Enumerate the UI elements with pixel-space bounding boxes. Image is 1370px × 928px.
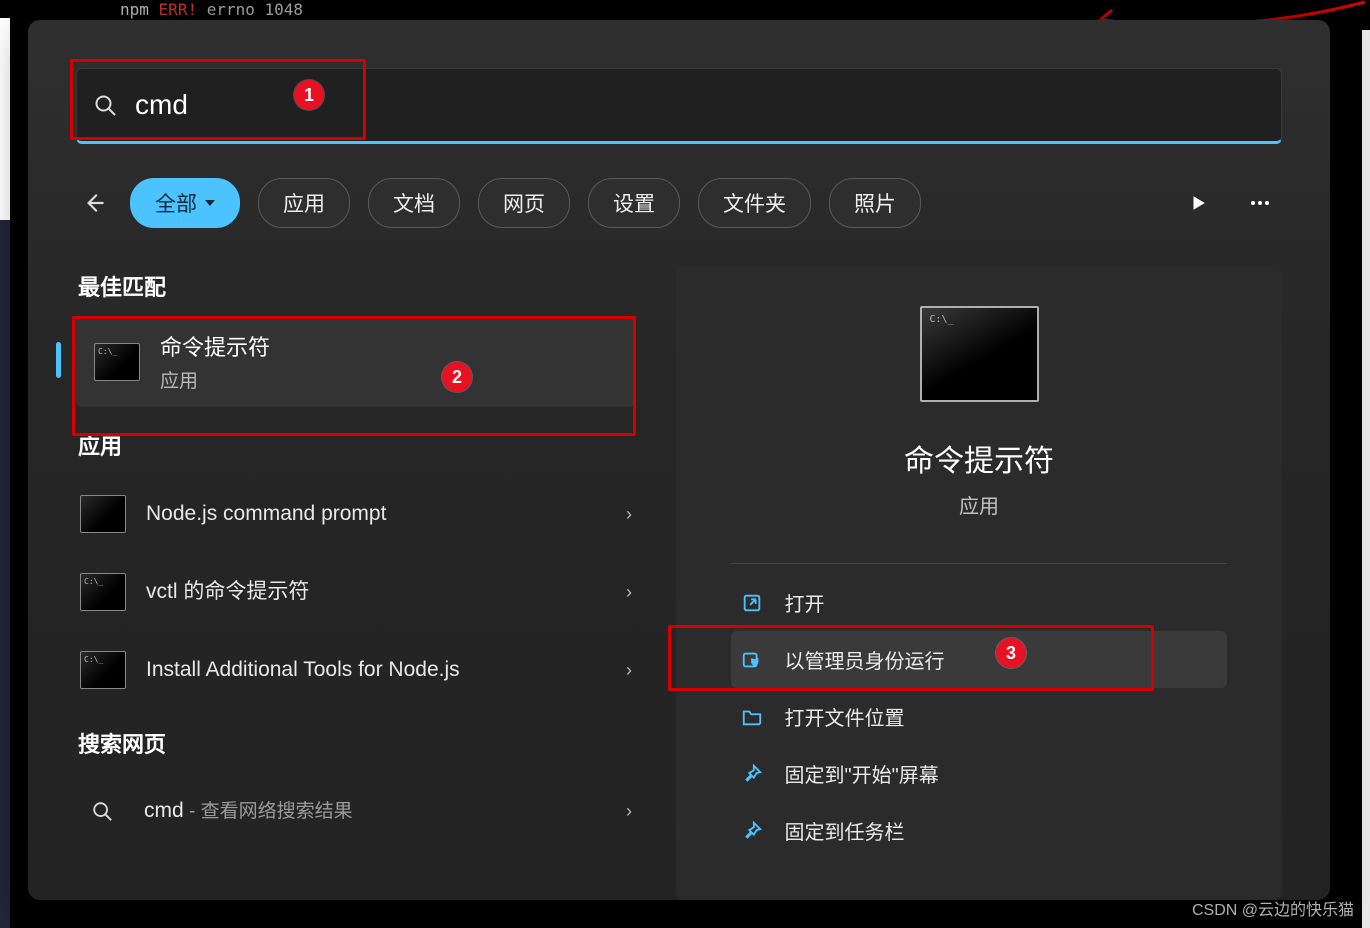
action-pin-taskbar[interactable]: 固定到任务栏 (731, 802, 1228, 859)
filter-chip-apps[interactable]: 应用 (258, 178, 350, 228)
best-subtitle: 应用 (160, 366, 270, 393)
search-icon (93, 93, 117, 117)
more-button[interactable] (1238, 181, 1282, 225)
action-run-as-admin[interactable]: 以管理员身份运行 (731, 631, 1228, 688)
action-label: 以管理员身份运行 (785, 645, 945, 674)
more-icon (1248, 191, 1272, 215)
right-white-strip (1362, 30, 1370, 928)
page: npm ERR! errno 1048 全部 (0, 0, 1370, 928)
divider (731, 563, 1228, 564)
chip-label: 设置 (613, 188, 655, 218)
action-label: 固定到"开始"屏幕 (785, 759, 939, 788)
play-button[interactable] (1176, 181, 1220, 225)
chip-label: 照片 (854, 188, 896, 218)
filter-chip-folders[interactable]: 文件夹 (698, 178, 811, 228)
search-box[interactable] (76, 68, 1282, 144)
chip-label: 全部 (155, 188, 197, 218)
preview-actions: 打开 以管理员身份运行 打开文件位置 固定到"开始"屏幕 固定到任务栏 (731, 574, 1228, 859)
preview-subtitle: 应用 (959, 490, 999, 519)
action-open-file-location[interactable]: 打开文件位置 (731, 688, 1228, 745)
app-result-nodejs-cmd[interactable]: Node.js command prompt › (76, 475, 636, 553)
chevron-down-icon (205, 200, 215, 206)
open-icon (741, 592, 763, 614)
pin-icon (741, 763, 763, 785)
app-result-install-tools[interactable]: Install Additional Tools for Node.js › (76, 631, 636, 709)
term-rest: errno 1048 (207, 0, 303, 19)
action-pin-start[interactable]: 固定到"开始"屏幕 (731, 745, 1228, 802)
app-thumb-icon (80, 651, 126, 689)
filter-chip-photos[interactable]: 照片 (829, 178, 921, 228)
term-err: ERR! (159, 0, 198, 19)
section-best-match: 最佳匹配 (78, 270, 636, 302)
result-label: vctl 的命令提示符 (146, 578, 606, 606)
chip-label: 应用 (283, 188, 325, 218)
result-label: cmd - 查看网络搜索结果 (144, 797, 606, 825)
chip-label: 文件夹 (723, 188, 786, 218)
start-search-panel: 全部 应用 文档 网页 设置 文件夹 照片 最佳匹配 (28, 20, 1330, 900)
action-open[interactable]: 打开 (731, 574, 1228, 631)
watermark: CSDN @云边的快乐猫 (1192, 896, 1354, 920)
chevron-right-icon: › (626, 504, 632, 525)
chevron-right-icon: › (626, 801, 632, 822)
best-match-item[interactable]: 命令提示符 应用 (76, 316, 636, 407)
web-suffix: - 查看网络搜索结果 (184, 801, 353, 822)
section-web: 搜索网页 (78, 727, 636, 759)
preview-title: 命令提示符 (904, 436, 1054, 480)
left-white-strip (0, 0, 10, 928)
terminal-output: npm ERR! errno 1048 (0, 0, 1370, 18)
result-label: Install Additional Tools for Node.js (146, 656, 606, 684)
preview-app-icon (920, 306, 1039, 402)
preview-column: 命令提示符 应用 打开 以管理员身份运行 打开文件位置 固定到"开 (676, 266, 1282, 900)
best-title: 命令提示符 (160, 330, 270, 362)
app-result-vctl-cmd[interactable]: vctl 的命令提示符 › (76, 553, 636, 631)
web-result-cmd[interactable]: cmd - 查看网络搜索结果 › (76, 773, 636, 849)
section-apps: 应用 (78, 429, 636, 461)
chevron-right-icon: › (626, 582, 632, 603)
action-label: 打开文件位置 (785, 702, 905, 731)
chevron-right-icon: › (626, 660, 632, 681)
filter-row: 全部 应用 文档 网页 设置 文件夹 照片 (76, 178, 1282, 228)
term-npm: npm (120, 0, 149, 19)
search-input[interactable] (133, 88, 1265, 122)
web-term: cmd (144, 799, 184, 822)
cmd-thumb-icon (94, 343, 140, 381)
pin-icon (741, 820, 763, 842)
play-icon (1189, 194, 1207, 212)
filter-chip-web[interactable]: 网页 (478, 178, 570, 228)
filter-chip-all[interactable]: 全部 (130, 178, 240, 228)
search-icon (80, 793, 124, 829)
admin-shield-icon (741, 649, 763, 671)
folder-icon (741, 706, 763, 728)
back-button[interactable] (76, 185, 112, 221)
results-column: 最佳匹配 命令提示符 应用 应用 Node.js command prompt … (76, 270, 636, 849)
app-thumb-icon (80, 573, 126, 611)
filter-chip-docs[interactable]: 文档 (368, 178, 460, 228)
chip-label: 网页 (503, 188, 545, 218)
action-label: 固定到任务栏 (785, 816, 905, 845)
selection-accent (56, 342, 61, 378)
chip-label: 文档 (393, 188, 435, 218)
filter-chip-settings[interactable]: 设置 (588, 178, 680, 228)
result-label: Node.js command prompt (146, 500, 606, 528)
action-label: 打开 (785, 588, 825, 617)
back-arrow-icon (81, 190, 107, 216)
app-thumb-icon (80, 495, 126, 533)
